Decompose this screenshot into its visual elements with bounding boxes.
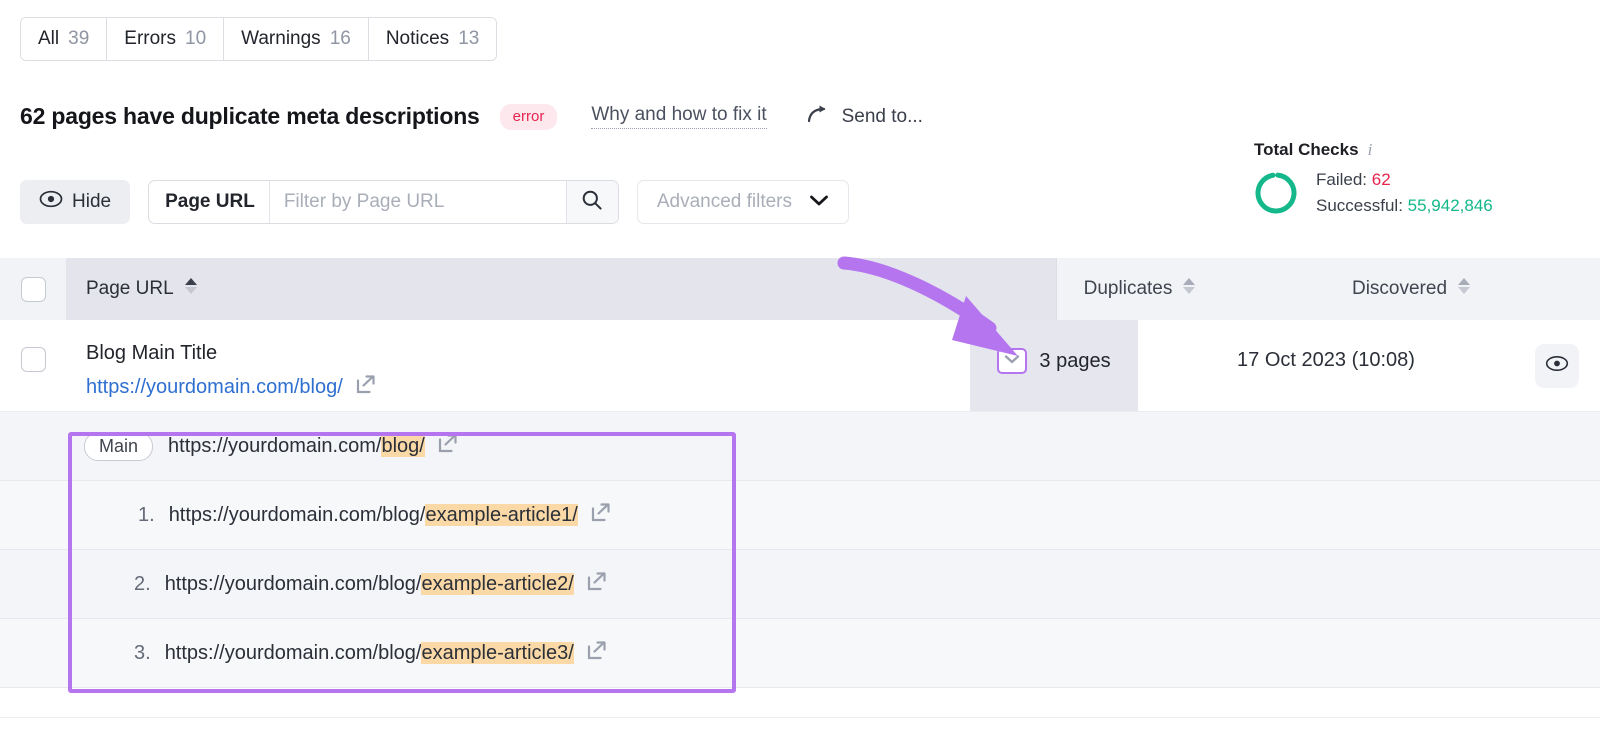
- duplicate-url-highlight: example-article3/: [421, 642, 573, 664]
- duplicate-url-prefix: https://yourdomain.com/blog/: [165, 573, 422, 595]
- chevron-down-icon: [1004, 352, 1020, 370]
- main-url-pill: Main: [84, 432, 153, 461]
- tab-notices-count: 13: [458, 28, 479, 50]
- list-item[interactable]: 2. https://yourdomain.com/blog/example-a…: [0, 550, 1600, 619]
- failed-checks-line: Failed: 62: [1316, 167, 1493, 193]
- column-header-discovered-label: Discovered: [1352, 278, 1447, 300]
- status-badge: error: [500, 104, 558, 130]
- total-checks-heading: Total Checks i: [1252, 140, 1582, 160]
- select-all-checkbox[interactable]: [21, 277, 46, 302]
- issue-header: 62 pages have duplicate meta description…: [20, 103, 923, 130]
- list-item[interactable]: 1. https://yourdomain.com/blog/example-a…: [0, 481, 1600, 550]
- duplicate-url-prefix: https://yourdomain.com/: [168, 435, 381, 457]
- list-item[interactable]: Main https://yourdomain.com/blog/: [0, 412, 1600, 481]
- duplicate-url-order: 1.: [138, 504, 155, 527]
- chevron-down-icon: [809, 191, 829, 213]
- sort-arrows-icon: [183, 275, 199, 303]
- sort-arrows-icon: [1181, 275, 1197, 303]
- duplicate-url-text[interactable]: https://yourdomain.com/blog/: [168, 435, 425, 458]
- checks-donut-chart: [1252, 169, 1300, 217]
- search-icon: [581, 189, 603, 216]
- duplicate-url-highlight: example-article1/: [425, 504, 577, 526]
- tab-notices-label: Notices: [386, 28, 449, 50]
- failed-label: Failed:: [1316, 170, 1367, 189]
- failed-value: 62: [1372, 170, 1391, 189]
- tab-errors-count: 10: [185, 28, 206, 50]
- tab-errors[interactable]: Errors 10: [107, 18, 224, 60]
- tab-warnings-label: Warnings: [241, 28, 321, 50]
- search-button[interactable]: [566, 181, 618, 223]
- table-row: Blog Main Title https://yourdomain.com/b…: [0, 320, 1600, 412]
- info-icon[interactable]: i: [1368, 140, 1373, 160]
- external-link-icon[interactable]: [586, 640, 607, 667]
- table-bottom-divider: [0, 717, 1600, 718]
- duplicate-url-text[interactable]: https://yourdomain.com/blog/example-arti…: [165, 573, 574, 596]
- tab-notices[interactable]: Notices 13: [369, 18, 497, 60]
- row-page-title: Blog Main Title: [86, 342, 970, 365]
- row-duplicates-count: 3 pages: [1039, 348, 1110, 374]
- table-header-row: Page URL Duplicates: [0, 258, 1600, 320]
- select-all-cell: [0, 258, 66, 320]
- eye-icon: [1545, 355, 1569, 377]
- hide-button-label: Hide: [72, 191, 111, 213]
- successful-value: 55,942,846: [1408, 196, 1493, 215]
- row-actions-cell: [1514, 320, 1600, 411]
- issues-table: Page URL Duplicates: [0, 258, 1600, 688]
- page-title: 62 pages have duplicate meta description…: [20, 103, 480, 130]
- column-header-discovered[interactable]: Discovered: [1224, 258, 1600, 320]
- send-to-label: Send to...: [842, 106, 923, 128]
- advanced-filters-label: Advanced filters: [657, 191, 792, 213]
- row-discovered-cell: 17 Oct 2023 (10:08): [1138, 320, 1514, 411]
- hide-button[interactable]: Hide: [20, 180, 130, 224]
- column-header-page-url-label: Page URL: [86, 278, 174, 300]
- duplicate-url-text[interactable]: https://yourdomain.com/blog/example-arti…: [165, 642, 574, 665]
- tab-warnings-count: 16: [330, 28, 351, 50]
- row-checkbox[interactable]: [21, 347, 46, 372]
- filter-toolbar: Hide Page URL Advanced filters: [20, 180, 849, 224]
- tab-all-label: All: [38, 28, 59, 50]
- sort-arrows-icon: [1456, 275, 1472, 303]
- tab-all[interactable]: All 39: [21, 18, 107, 60]
- eye-icon: [39, 190, 63, 214]
- tab-all-count: 39: [68, 28, 89, 50]
- duplicate-url-order: 3.: [134, 642, 151, 665]
- column-header-duplicates-label: Duplicates: [1084, 278, 1173, 300]
- successful-checks-line: Successful: 55,942,846: [1316, 193, 1493, 219]
- total-checks-panel: Total Checks i Failed: 62 Successful: 55…: [1252, 140, 1582, 218]
- row-duplicates-cell[interactable]: 3 pages: [970, 320, 1138, 411]
- duplicate-url-prefix: https://yourdomain.com/blog/: [169, 504, 426, 526]
- page-url-filter-group: Page URL: [148, 180, 619, 224]
- total-checks-title: Total Checks: [1254, 140, 1359, 160]
- external-link-icon[interactable]: [437, 433, 458, 460]
- expand-duplicates-toggle[interactable]: [997, 348, 1027, 374]
- row-preview-button[interactable]: [1535, 344, 1579, 388]
- duplicate-url-order: 2.: [134, 573, 151, 596]
- successful-label: Successful:: [1316, 196, 1403, 215]
- tab-errors-label: Errors: [124, 28, 176, 50]
- advanced-filters-button[interactable]: Advanced filters: [637, 180, 849, 224]
- column-header-page-url[interactable]: Page URL: [66, 275, 1056, 303]
- duplicate-url-prefix: https://yourdomain.com/blog/: [165, 642, 422, 664]
- row-page-url-text: https://yourdomain.com/blog/: [86, 376, 343, 399]
- severity-tab-bar: All 39 Errors 10 Warnings 16 Notices 13: [20, 17, 497, 61]
- search-input[interactable]: [270, 181, 566, 223]
- why-and-how-to-fix-link[interactable]: Why and how to fix it: [591, 104, 766, 129]
- list-item[interactable]: 3. https://yourdomain.com/blog/example-a…: [0, 619, 1600, 688]
- share-arrow-icon: [807, 104, 831, 130]
- external-link-icon[interactable]: [355, 374, 376, 401]
- row-page-url-cell: Blog Main Title https://yourdomain.com/b…: [66, 320, 970, 411]
- filter-field-selector[interactable]: Page URL: [149, 181, 270, 223]
- duplicate-url-text[interactable]: https://yourdomain.com/blog/example-arti…: [169, 504, 578, 527]
- duplicate-url-highlight: example-article2/: [421, 573, 573, 595]
- duplicate-url-highlight: blog/: [381, 435, 424, 457]
- tab-warnings[interactable]: Warnings 16: [224, 18, 369, 60]
- column-header-duplicates[interactable]: Duplicates: [1056, 258, 1224, 320]
- external-link-icon[interactable]: [586, 571, 607, 598]
- send-to-button[interactable]: Send to...: [807, 104, 923, 130]
- row-select-cell: [0, 320, 66, 411]
- row-page-url-link[interactable]: https://yourdomain.com/blog/: [86, 374, 970, 401]
- external-link-icon[interactable]: [590, 502, 611, 529]
